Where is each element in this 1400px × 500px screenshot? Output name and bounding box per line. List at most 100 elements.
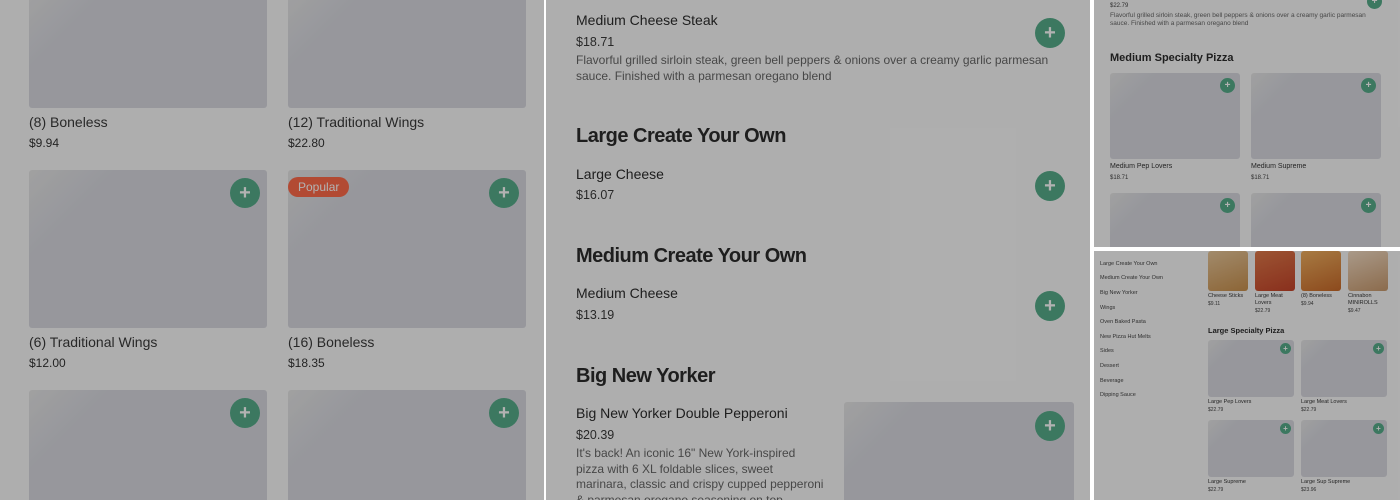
plus-icon: +	[1224, 79, 1231, 91]
add-button[interactable]: +	[1280, 343, 1291, 354]
item-price: $22.79	[1110, 3, 1129, 9]
item-name[interactable]: Medium Cheese	[576, 285, 678, 301]
plus-icon: +	[239, 182, 251, 204]
plus-icon: +	[1044, 295, 1056, 317]
item-description: Flavorful grilled sirloin steak, green b…	[1110, 12, 1366, 28]
add-button[interactable]: +	[230, 178, 260, 208]
item-name[interactable]: Big New Yorker Double Pepperoni	[576, 405, 788, 421]
item-price: $18.71	[576, 35, 615, 49]
item-name[interactable]: (8) Boneless	[1301, 293, 1332, 299]
plus-icon: +	[239, 402, 251, 424]
add-button[interactable]: +	[1220, 198, 1235, 213]
item-name[interactable]: Large Sup Supreme	[1301, 479, 1350, 485]
item-price: $9.94	[1301, 301, 1314, 307]
zoomed-out-panel-top: $22.79 Flavorful grilled sirloin steak, …	[1094, 0, 1400, 247]
sidebar-item-large-create[interactable]: Large Create Your Own	[1100, 261, 1157, 267]
item-name[interactable]: Cinnabon MINIROLLS	[1348, 293, 1390, 307]
item-price: $22.79	[1208, 487, 1224, 493]
add-button[interactable]: +	[489, 178, 519, 208]
item-name[interactable]: Medium Supreme	[1251, 163, 1306, 170]
item-price: $9.11	[1208, 301, 1221, 307]
item-price: $22.80	[288, 136, 325, 150]
add-button[interactable]: +	[230, 398, 260, 428]
sidebar-item-big-new-yorker[interactable]: Big New Yorker	[1100, 290, 1138, 296]
zoomed-out-panel-bottom: Large Create Your Own Medium Create Your…	[1094, 251, 1400, 500]
item-image[interactable]	[288, 0, 526, 108]
item-name[interactable]: Medium Cheese Steak	[576, 12, 718, 28]
item-name[interactable]: Large Supreme	[1208, 479, 1246, 485]
item-name[interactable]: Large Meat Lovers	[1301, 399, 1347, 405]
item-name[interactable]: (16) Boneless	[288, 334, 374, 350]
item-description: It's back! An iconic 16" New York-inspir…	[576, 446, 824, 500]
add-button[interactable]: +	[1035, 18, 1065, 48]
sidebar-item-sides[interactable]: Sides	[1100, 348, 1114, 354]
item-image[interactable]	[1255, 251, 1295, 291]
item-price: $18.71	[1110, 175, 1129, 181]
item-price: $22.79	[1301, 407, 1317, 413]
sidebar-item-pasta[interactable]: Oven Baked Pasta	[1100, 319, 1146, 325]
item-name[interactable]: Cheese Sticks	[1208, 293, 1243, 299]
item-price: $22.79	[1208, 407, 1224, 413]
section-heading: Medium Specialty Pizza	[1110, 52, 1234, 64]
item-price: $20.39	[576, 428, 615, 442]
add-button[interactable]: +	[1373, 343, 1384, 354]
sidebar-item-beverage[interactable]: Beverage	[1100, 378, 1124, 384]
item-image[interactable]	[1208, 251, 1248, 291]
item-name[interactable]: (8) Boneless	[29, 114, 108, 130]
add-button[interactable]: +	[1373, 423, 1384, 434]
menu-grid-panel: (8) Boneless $9.94 (12) Traditional Wing…	[0, 0, 544, 500]
section-heading: Medium Create Your Own	[576, 245, 807, 267]
add-button[interactable]: +	[1361, 198, 1376, 213]
plus-icon: +	[1376, 423, 1381, 433]
item-image[interactable]	[29, 0, 267, 108]
item-name[interactable]: Large Cheese	[576, 166, 664, 182]
item-price: $18.71	[1251, 175, 1270, 181]
plus-icon: +	[498, 182, 510, 204]
add-button[interactable]: +	[489, 398, 519, 428]
plus-icon: +	[1283, 343, 1288, 353]
plus-icon: +	[1044, 175, 1056, 197]
sidebar-item-dessert[interactable]: Dessert	[1100, 363, 1119, 369]
plus-icon: +	[1365, 79, 1372, 91]
popular-badge: Popular	[288, 177, 350, 197]
plus-icon: +	[1044, 415, 1056, 437]
plus-icon: +	[1376, 343, 1381, 353]
item-price: $22.79	[1255, 308, 1271, 314]
item-image[interactable]	[1301, 251, 1341, 291]
item-price: $12.00	[29, 356, 66, 370]
item-description: Flavorful grilled sirloin steak, green b…	[576, 53, 1049, 83]
add-button[interactable]: +	[1367, 0, 1382, 9]
item-name[interactable]: (12) Traditional Wings	[288, 114, 424, 130]
sidebar-item-melts[interactable]: New Pizza Hut Melts	[1100, 334, 1151, 340]
add-button[interactable]: +	[1361, 78, 1376, 93]
sidebar-item-medium-create[interactable]: Medium Create Your Own	[1100, 275, 1163, 281]
add-button[interactable]: +	[1035, 291, 1065, 321]
sidebar-item-dipping-sauce[interactable]: Dipping Sauce	[1100, 392, 1136, 398]
item-price: $18.35	[288, 356, 325, 370]
item-name[interactable]: (6) Traditional Wings	[29, 334, 157, 350]
plus-icon: +	[1224, 199, 1231, 211]
item-price: $23.96	[1301, 487, 1317, 493]
item-name[interactable]: Medium Pep Lovers	[1110, 163, 1172, 170]
add-button[interactable]: +	[1220, 78, 1235, 93]
item-name[interactable]: Large Meat Lovers	[1255, 293, 1295, 307]
add-button[interactable]: +	[1035, 171, 1065, 201]
item-price: $13.19	[576, 308, 615, 322]
item-price: $16.07	[576, 188, 615, 202]
plus-icon: +	[498, 402, 510, 424]
add-button[interactable]: +	[1035, 411, 1065, 441]
menu-list-panel: Medium Cheese Steak $18.71 Flavorful gri…	[546, 0, 1090, 500]
add-button[interactable]: +	[1280, 423, 1291, 434]
plus-icon: +	[1365, 199, 1372, 211]
section-heading: Large Create Your Own	[576, 125, 786, 147]
sidebar-item-wings[interactable]: Wings	[1100, 305, 1115, 311]
item-price: $9.47	[1348, 308, 1361, 314]
section-heading: Large Specialty Pizza	[1208, 326, 1285, 335]
item-name[interactable]: Large Pep Lovers	[1208, 399, 1251, 405]
section-heading: Big New Yorker	[576, 365, 715, 387]
plus-icon: +	[1371, 0, 1378, 7]
item-image[interactable]	[1348, 251, 1388, 291]
item-price: $9.94	[29, 136, 60, 150]
plus-icon: +	[1044, 22, 1056, 44]
plus-icon: +	[1283, 423, 1288, 433]
